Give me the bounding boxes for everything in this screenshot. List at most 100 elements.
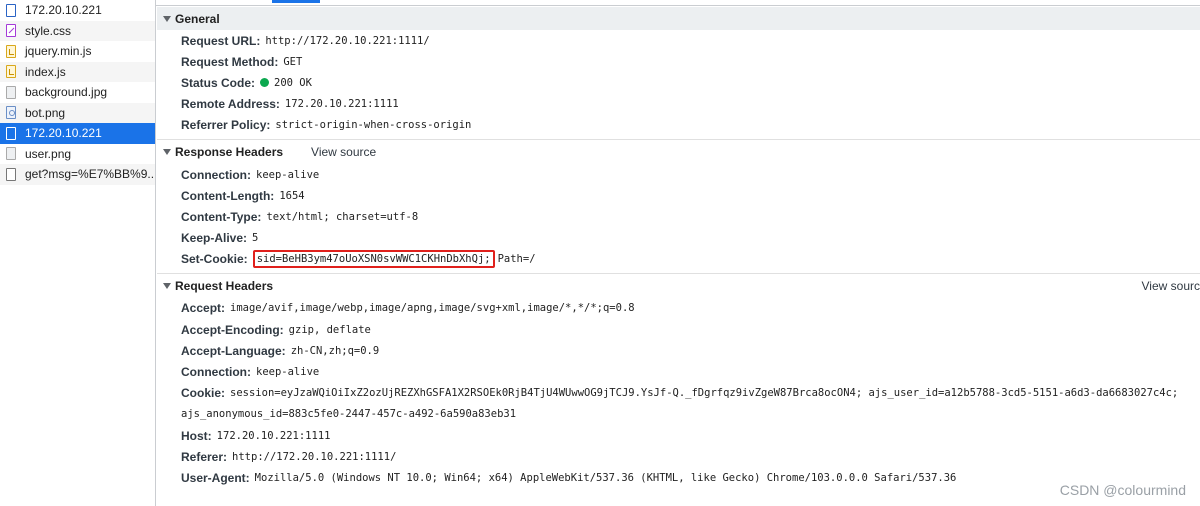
view-source-link[interactable]: View sourc <box>1142 279 1200 293</box>
request-item-label: jquery.min.js <box>25 44 92 59</box>
header-value: 1654 <box>279 189 305 202</box>
header-key: Set-Cookie: <box>181 252 248 267</box>
request-item-image[interactable]: user.png <box>0 144 155 165</box>
header-key: Accept-Language: <box>181 343 286 358</box>
header-row-accept-encoding: Accept-Encoding: gzip, deflate <box>157 319 1200 340</box>
request-item-label: 172.20.10.221 <box>25 126 102 141</box>
highlighted-cookie-value: sid=BeHB3ym47oUoXSN0svWWC1CKHnDbXhQj; <box>252 250 495 269</box>
header-value: 200 OK <box>274 76 312 89</box>
header-value: strict-origin-when-cross-origin <box>275 119 472 132</box>
header-value: GET <box>283 55 303 68</box>
request-item-document[interactable]: 172.20.10.221 <box>0 0 155 21</box>
header-value: text/html; charset=utf-8 <box>266 210 419 223</box>
header-row-accept: Accept: image/avif,image/webp,image/apng… <box>157 298 1200 319</box>
header-row-request-method: Request Method: GET <box>157 51 1200 72</box>
view-source-link[interactable]: View source <box>311 145 376 159</box>
header-row-accept-language: Accept-Language: zh-CN,zh;q=0.9 <box>157 340 1200 361</box>
header-value: session=eyJzaWQiOiIxZ2ozUjREZXhGSFA1X2RS… <box>230 387 1179 400</box>
response-headers-section-toggle[interactable]: Response Headers View source <box>157 140 1200 164</box>
header-key: Keep-Alive: <box>181 231 248 246</box>
status-ok-dot-icon <box>260 78 270 88</box>
request-item-script[interactable]: jquery.min.js <box>0 41 155 62</box>
header-row-referrer-policy: Referrer Policy: strict-origin-when-cros… <box>157 115 1200 136</box>
request-item-selected[interactable]: 172.20.10.221 <box>0 123 155 144</box>
header-key: User-Agent: <box>181 470 250 485</box>
general-section-toggle[interactable]: General <box>157 7 1200 30</box>
request-list: 172.20.10.221 style.css jquery.min.js in… <box>0 0 156 506</box>
active-tab-indicator <box>272 0 320 3</box>
section-title: Response Headers <box>175 144 284 159</box>
detail-tabs-bar <box>156 0 1200 6</box>
header-key: Status Code: <box>181 75 256 90</box>
header-value: 5 <box>252 232 259 245</box>
request-item-label: style.css <box>25 23 72 38</box>
request-item-image[interactable]: bot.png <box>0 102 155 123</box>
request-item-label: background.jpg <box>25 85 108 100</box>
request-item-image[interactable]: background.jpg <box>0 82 155 103</box>
request-item-label: 172.20.10.221 <box>25 3 102 18</box>
request-item-label: user.png <box>25 146 72 161</box>
header-value: Mozilla/5.0 (Windows NT 10.0; Win64; x64… <box>254 471 957 484</box>
header-key: Request URL: <box>181 33 261 48</box>
header-value: keep-alive <box>256 168 320 181</box>
header-value: keep-alive <box>256 366 320 379</box>
file-icon <box>6 167 16 181</box>
triangle-down-icon <box>163 149 171 156</box>
document-icon <box>6 126 16 140</box>
header-key: Host: <box>181 428 212 443</box>
header-value: 172.20.10.221:1111 <box>216 429 331 442</box>
header-value: http://172.20.10.221:1111/ <box>265 34 430 47</box>
header-key: Remote Address: <box>181 97 280 112</box>
header-row-cookie-continued: ajs_anonymous_id=883c5fe0-2447-457c-a492… <box>157 404 1200 425</box>
header-value: 172.20.10.221:1111 <box>284 98 399 111</box>
header-value: zh-CN,zh;q=0.9 <box>290 344 380 357</box>
header-row-connection: Connection: keep-alive <box>157 164 1200 185</box>
stylesheet-icon <box>6 24 16 38</box>
header-row-connection: Connection: keep-alive <box>157 361 1200 382</box>
header-key: Content-Type: <box>181 209 262 224</box>
document-icon <box>6 3 16 17</box>
image-icon <box>6 147 16 161</box>
request-item-label: index.js <box>25 64 66 79</box>
section-title: General <box>175 11 220 26</box>
header-value: gzip, deflate <box>288 323 371 336</box>
watermark: CSDN @colourmind <box>1059 482 1186 498</box>
header-row-content-length: Content-Length: 1654 <box>157 185 1200 206</box>
section-title: Request Headers <box>175 278 274 293</box>
image-icon <box>6 106 16 120</box>
header-row-remote-address: Remote Address: 172.20.10.221:1111 <box>157 94 1200 115</box>
request-item-xhr[interactable]: get?msg=%E7%BB%9... <box>0 164 155 185</box>
header-value: http://172.20.10.221:1111/ <box>232 450 397 463</box>
request-item-label: bot.png <box>25 105 66 120</box>
triangle-down-icon <box>163 16 171 22</box>
script-icon <box>6 65 16 79</box>
image-icon <box>6 85 16 99</box>
header-row-status-code: Status Code: 200 OK <box>157 72 1200 93</box>
header-row-keep-alive: Keep-Alive: 5 <box>157 228 1200 249</box>
header-key: Accept: <box>181 301 226 316</box>
headers-pane: General Request URL: http://172.20.10.22… <box>157 7 1200 506</box>
header-key: Content-Length: <box>181 188 275 203</box>
header-key: Request Method: <box>181 54 279 69</box>
header-value: image/avif,image/webp,image/apng,image/s… <box>230 302 635 315</box>
header-key: Referrer Policy: <box>181 118 271 133</box>
header-row-cookie: Cookie: session=eyJzaWQiOiIxZ2ozUjREZXhG… <box>157 383 1200 404</box>
header-key: Cookie: <box>181 386 226 401</box>
request-item-stylesheet[interactable]: style.css <box>0 20 155 41</box>
request-item-label: get?msg=%E7%BB%9... <box>25 167 155 182</box>
header-value: Path=/ <box>497 253 536 266</box>
header-row-user-agent: User-Agent: Mozilla/5.0 (Windows NT 10.0… <box>157 467 1200 488</box>
header-row-content-type: Content-Type: text/html; charset=utf-8 <box>157 206 1200 227</box>
header-row-set-cookie: Set-Cookie: sid=BeHB3ym47oUoXSN0svWWC1CK… <box>157 249 1200 270</box>
request-headers-section-toggle[interactable]: Request Headers View sourc <box>157 274 1200 298</box>
header-row-host: Host: 172.20.10.221:1111 <box>157 425 1200 446</box>
script-icon <box>6 44 16 58</box>
header-row-referer: Referer: http://172.20.10.221:1111/ <box>157 446 1200 467</box>
header-key: Referer: <box>181 449 228 464</box>
header-row-request-url: Request URL: http://172.20.10.221:1111/ <box>157 30 1200 51</box>
header-value: ajs_anonymous_id=883c5fe0-2447-457c-a492… <box>181 408 517 421</box>
header-key: Accept-Encoding: <box>181 322 284 337</box>
request-item-script[interactable]: index.js <box>0 61 155 82</box>
header-key: Connection: <box>181 365 251 380</box>
triangle-down-icon <box>163 283 171 290</box>
